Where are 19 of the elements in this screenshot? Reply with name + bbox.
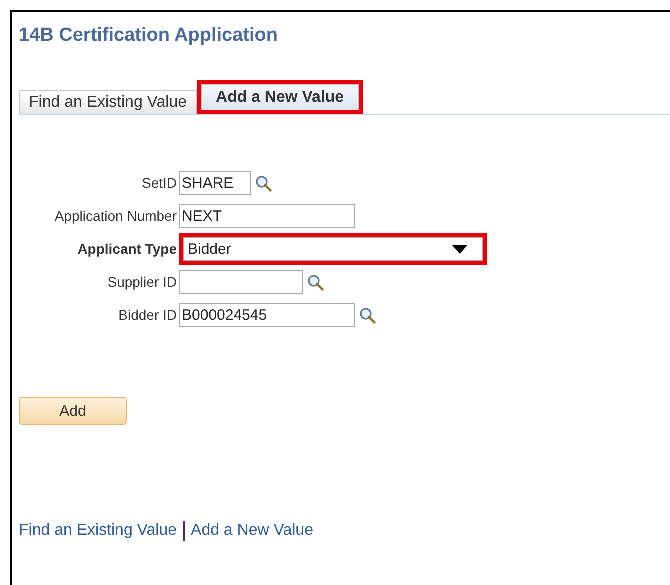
search-icon[interactable] [359, 306, 376, 324]
caret-icon [452, 244, 468, 254]
search-icon[interactable] [307, 274, 324, 290]
add-button[interactable]: Add [19, 397, 127, 425]
tab[interactable]: Find an Existing Value [19, 90, 198, 114]
footer-link[interactable]: Add a New Value [191, 522, 314, 540]
search-icon[interactable] [255, 174, 272, 192]
input-field[interactable]: NEXT [179, 204, 355, 228]
field-label: Application Number [54, 208, 177, 224]
footer-link[interactable]: Find an Existing Value [19, 522, 178, 540]
field-label: SetID [140, 175, 177, 191]
field-label: Applicant Type [76, 241, 177, 257]
dropdown-field[interactable]: Bidder [183, 237, 483, 261]
input-field[interactable] [179, 270, 303, 294]
field-label: Bidder ID [118, 307, 177, 323]
input-field[interactable]: SHARE [179, 171, 251, 195]
field-label: Supplier ID [106, 274, 177, 290]
page-title: 14B Certification Application [19, 24, 279, 48]
input-field[interactable]: B000024545 [179, 303, 355, 327]
